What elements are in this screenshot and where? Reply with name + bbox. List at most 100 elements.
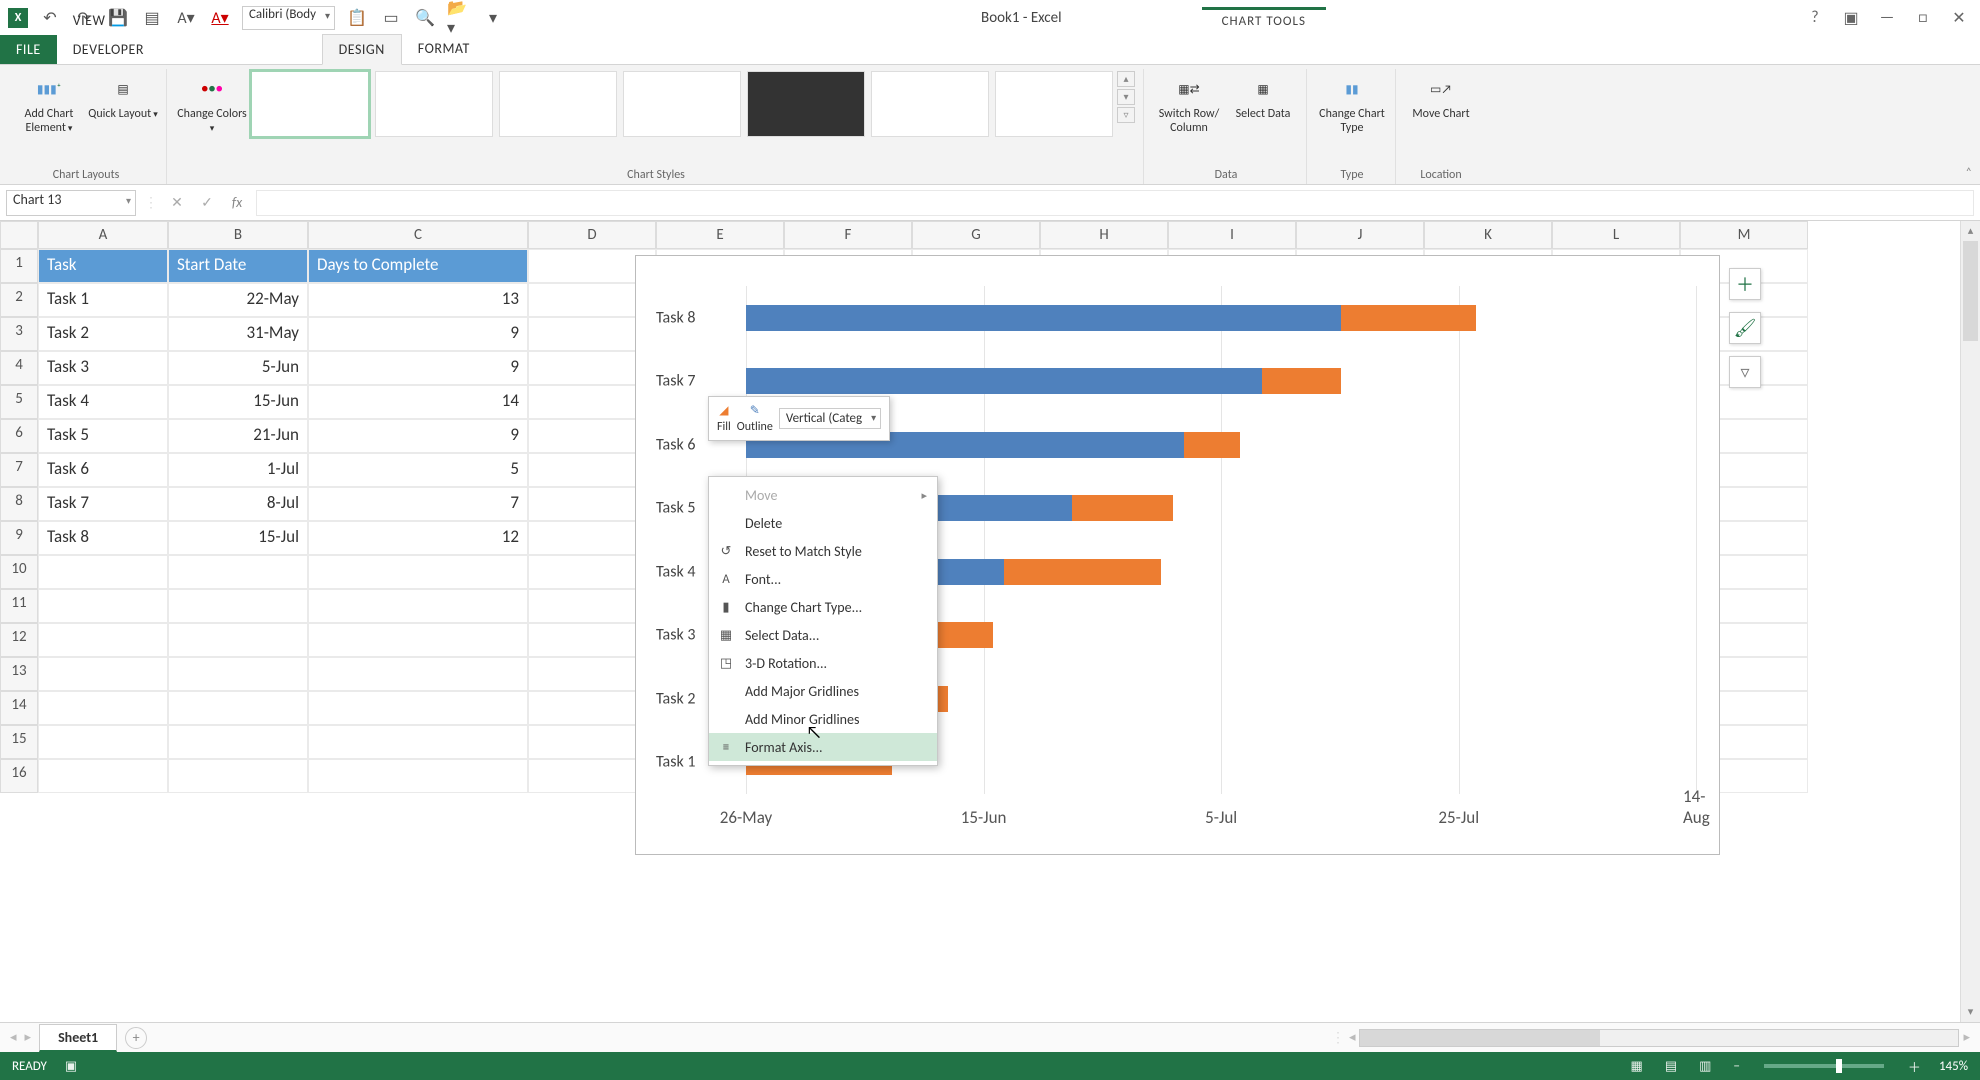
bar-series-1[interactable] xyxy=(746,305,1341,331)
row-header[interactable]: 8 xyxy=(0,487,38,521)
column-header[interactable]: J xyxy=(1296,221,1424,249)
sheet-nav-next-icon[interactable]: ▸ xyxy=(25,1030,32,1045)
row-header[interactable]: 12 xyxy=(0,623,38,657)
font-color-icon[interactable]: A▾ xyxy=(208,6,232,30)
cell[interactable] xyxy=(168,725,308,759)
row-header[interactable]: 2 xyxy=(0,283,38,317)
minimize-icon[interactable]: — xyxy=(1874,8,1900,27)
enter-formula-icon[interactable]: ✓ xyxy=(196,194,218,211)
column-header[interactable]: B xyxy=(168,221,308,249)
column-header[interactable]: C xyxy=(308,221,528,249)
cell[interactable]: Task xyxy=(38,249,168,283)
style-thumb[interactable] xyxy=(995,71,1113,137)
select-all-corner[interactable] xyxy=(0,221,38,249)
fx-icon[interactable]: fx xyxy=(226,194,248,211)
ctx-select-data[interactable]: ▦Select Data... xyxy=(709,621,937,649)
cell[interactable] xyxy=(38,555,168,589)
style-thumb[interactable] xyxy=(499,71,617,137)
cell[interactable]: 22-May xyxy=(168,283,308,317)
cell[interactable] xyxy=(38,725,168,759)
category-label[interactable]: Task 7 xyxy=(656,372,695,391)
style-thumb[interactable] xyxy=(623,71,741,137)
scroll-down-icon[interactable]: ▾ xyxy=(1961,1002,1980,1022)
row-header[interactable]: 7 xyxy=(0,453,38,487)
cell[interactable]: 9 xyxy=(308,317,528,351)
cell[interactable]: 9 xyxy=(308,351,528,385)
cell[interactable]: 5 xyxy=(308,453,528,487)
scroll-thumb[interactable] xyxy=(1963,241,1978,341)
row-header[interactable]: 13 xyxy=(0,657,38,691)
hscroll-right-icon[interactable]: ▸ xyxy=(1963,1030,1970,1045)
cell[interactable] xyxy=(38,759,168,793)
category-label[interactable]: Task 8 xyxy=(656,308,695,327)
cell[interactable] xyxy=(38,589,168,623)
cell[interactable]: 21-Jun xyxy=(168,419,308,453)
scroll-up-icon[interactable]: ▴ xyxy=(1961,221,1980,241)
cell[interactable]: Task 7 xyxy=(38,487,168,521)
cell[interactable] xyxy=(38,623,168,657)
zoom-slider[interactable] xyxy=(1764,1064,1884,1068)
cell[interactable]: 15-Jun xyxy=(168,385,308,419)
help-icon[interactable]: ? xyxy=(1802,8,1828,27)
column-header[interactable]: G xyxy=(912,221,1040,249)
zoom-in-icon[interactable]: ＋ xyxy=(1904,1057,1925,1076)
category-label[interactable]: Task 5 xyxy=(656,499,695,518)
change-colors-button[interactable]: ●●● Change Colors xyxy=(177,71,247,135)
cell[interactable]: Task 8 xyxy=(38,521,168,555)
cell[interactable] xyxy=(308,725,528,759)
new-sheet-icon[interactable]: + xyxy=(125,1027,147,1049)
category-label[interactable]: Task 4 xyxy=(656,562,695,581)
cell[interactable] xyxy=(168,589,308,623)
tab-file[interactable]: FILE xyxy=(0,35,57,64)
chart-filter-icon[interactable]: ▿ xyxy=(1729,356,1761,388)
cell[interactable] xyxy=(168,691,308,725)
cell[interactable]: 9 xyxy=(308,419,528,453)
category-label[interactable]: Task 3 xyxy=(656,626,695,645)
column-header[interactable]: I xyxy=(1168,221,1296,249)
category-label[interactable]: Task 6 xyxy=(656,435,695,454)
column-header[interactable]: M xyxy=(1680,221,1808,249)
sheet-nav-prev-icon[interactable]: ◂ xyxy=(10,1030,17,1045)
mini-fill-button[interactable]: ◢ Fill xyxy=(717,403,731,434)
column-header[interactable]: K xyxy=(1424,221,1552,249)
cell[interactable]: 13 xyxy=(308,283,528,317)
row-header[interactable]: 4 xyxy=(0,351,38,385)
cell[interactable]: Task 2 xyxy=(38,317,168,351)
add-chart-element-button[interactable]: ▮▮▮⁺ Add Chart Element xyxy=(14,71,84,135)
cell[interactable] xyxy=(38,691,168,725)
column-header[interactable]: E xyxy=(656,221,784,249)
row-header[interactable]: 10 xyxy=(0,555,38,589)
bar-row[interactable] xyxy=(746,305,1689,331)
cell[interactable] xyxy=(308,657,528,691)
column-header[interactable]: D xyxy=(528,221,656,249)
select-data-button[interactable]: ▦ Select Data xyxy=(1228,71,1298,121)
cell[interactable] xyxy=(308,691,528,725)
cell[interactable] xyxy=(168,555,308,589)
cell[interactable]: 8-Jul xyxy=(168,487,308,521)
ctx-change-chart-type[interactable]: ▮Change Chart Type... xyxy=(709,593,937,621)
row-header[interactable]: 14 xyxy=(0,691,38,725)
category-label[interactable]: Task 2 xyxy=(656,689,695,708)
cell[interactable]: Task 1 xyxy=(38,283,168,317)
cell[interactable]: Task 5 xyxy=(38,419,168,453)
chart-styles-gallery[interactable] xyxy=(251,71,1113,137)
cell[interactable]: Start Date xyxy=(168,249,308,283)
column-header[interactable]: H xyxy=(1040,221,1168,249)
zoom-out-icon[interactable]: − xyxy=(1729,1059,1743,1074)
move-chart-button[interactable]: ▭↗ Move Chart xyxy=(1406,71,1476,121)
category-label[interactable]: Task 1 xyxy=(656,753,695,772)
hscroll-left-icon[interactable]: ◂ xyxy=(1349,1030,1356,1045)
name-box[interactable]: Chart 13 xyxy=(6,190,136,216)
style-thumb[interactable] xyxy=(747,71,865,137)
gallery-scroll[interactable]: ▴▾▿ xyxy=(1117,71,1135,123)
column-header[interactable]: L xyxy=(1552,221,1680,249)
cell[interactable]: 12 xyxy=(308,521,528,555)
cell[interactable] xyxy=(308,589,528,623)
vertical-scrollbar[interactable]: ▴ ▾ xyxy=(1960,221,1980,1022)
switch-row-column-button[interactable]: ▦⇄ Switch Row/ Column xyxy=(1154,71,1224,135)
cell[interactable] xyxy=(38,657,168,691)
cell[interactable] xyxy=(308,623,528,657)
tab-developer[interactable]: DEVELOPER xyxy=(57,35,172,64)
style-thumb[interactable] xyxy=(871,71,989,137)
row-header[interactable]: 3 xyxy=(0,317,38,351)
